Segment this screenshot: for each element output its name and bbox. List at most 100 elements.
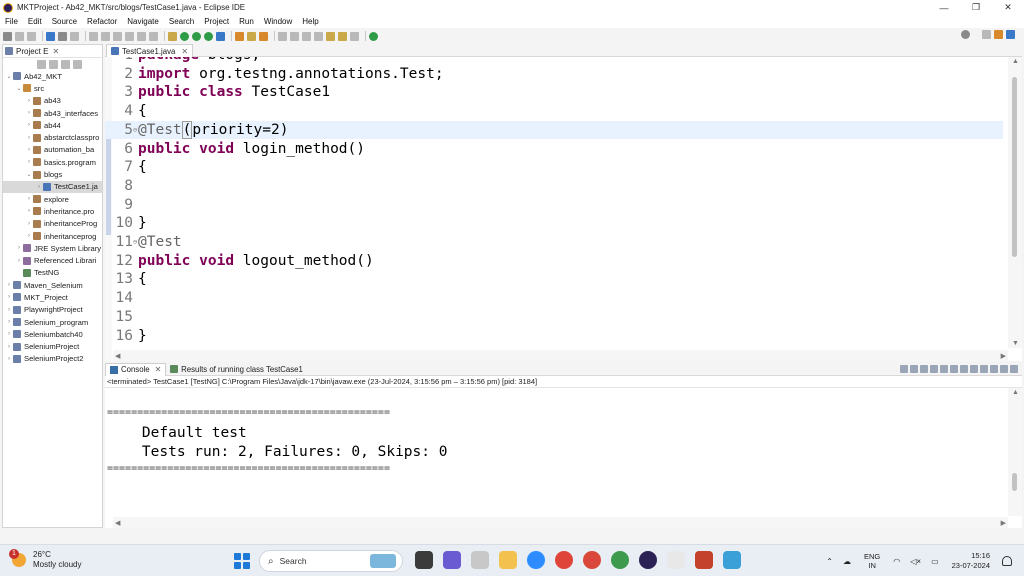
taskbar-search[interactable]: ⌕ Search <box>259 550 403 572</box>
remove-launch-icon[interactable] <box>910 365 918 373</box>
tree-item[interactable]: ⌄ Ab42_MKT <box>3 70 102 82</box>
resume-icon[interactable] <box>101 31 110 41</box>
external-tools-icon[interactable] <box>216 31 225 41</box>
volume-icon[interactable]: ◁× <box>910 557 921 566</box>
zoom-icon[interactable] <box>527 551 545 569</box>
language-indicator[interactable]: ENG IN <box>864 552 880 570</box>
debug-perspective-icon[interactable] <box>994 30 1003 39</box>
new-java-project-icon[interactable] <box>235 31 244 41</box>
tree-item[interactable]: › SeleniumProject2 <box>3 353 102 365</box>
menu-help[interactable]: Help <box>297 17 323 26</box>
console-output[interactable]: ========================================… <box>105 388 1022 528</box>
tree-item[interactable]: ⌄ src <box>3 82 102 94</box>
close-icon[interactable]: ✕ <box>155 365 162 374</box>
project-explorer-tab[interactable]: Project E ✕ <box>3 45 102 58</box>
chevron-right-icon[interactable]: › <box>25 233 33 239</box>
scroll-right-icon[interactable]: ▶ <box>1001 352 1006 360</box>
tree-item[interactable]: › basics.program <box>3 156 102 168</box>
minimize-view-icon[interactable] <box>1000 365 1008 373</box>
windows-start-button[interactable] <box>234 553 250 569</box>
chrome-profile-icon[interactable] <box>583 551 601 569</box>
teams-chat-icon[interactable] <box>443 551 461 569</box>
tree-item[interactable]: › abstarctclasspro <box>3 131 102 143</box>
fold-toggle-icon[interactable]: ⊖ <box>133 121 137 140</box>
chevron-right-icon[interactable]: › <box>25 208 33 214</box>
chevron-right-icon[interactable]: › <box>25 110 33 116</box>
chevron-right-icon[interactable]: › <box>25 196 33 202</box>
code-editor[interactable]: 1 package blogs; 2 import org.testng.annota… <box>105 57 1022 361</box>
system-clock[interactable]: 15:16 23-07-2024 <box>952 551 990 571</box>
editor-tab-testcase1[interactable]: TestCase1.java ✕ <box>106 44 193 57</box>
tree-item[interactable]: › MKT_Project <box>3 291 102 303</box>
skip-breakpoints-icon[interactable] <box>89 31 98 41</box>
powerpoint-icon[interactable] <box>695 551 713 569</box>
tree-item[interactable]: › Seleniumbatch40 <box>3 328 102 340</box>
tree-item[interactable]: › SeleniumProject <box>3 341 102 353</box>
show-hidden-icons[interactable]: ⌃ <box>826 557 833 566</box>
link-editor-icon[interactable] <box>49 59 58 69</box>
scroll-left-icon[interactable]: ◀ <box>115 352 120 360</box>
chevron-right-icon[interactable]: › <box>15 245 23 251</box>
minimize-button[interactable]: — <box>928 0 960 15</box>
scroll-right-icon[interactable]: ▶ <box>1001 519 1006 527</box>
tree-item[interactable]: TestNG <box>3 267 102 279</box>
tree-item[interactable]: › inheritance.pro <box>3 205 102 217</box>
menu-window[interactable]: Window <box>259 17 297 26</box>
save-icon[interactable] <box>15 31 24 41</box>
notepad-icon[interactable] <box>723 551 741 569</box>
chevron-right-icon[interactable]: › <box>5 344 13 350</box>
close-button[interactable]: ✕ <box>992 0 1024 15</box>
tree-item[interactable]: ⌄ blogs <box>3 168 102 180</box>
new-class-icon[interactable] <box>259 31 268 41</box>
menu-run[interactable]: Run <box>234 17 259 26</box>
battery-icon[interactable]: ▭ <box>931 557 939 566</box>
wifi-icon[interactable]: ◠ <box>893 557 900 566</box>
terminal-icon[interactable] <box>46 31 55 41</box>
scroll-lock-icon[interactable] <box>930 365 938 373</box>
chrome-icon[interactable] <box>555 551 573 569</box>
chevron-right-icon[interactable]: › <box>5 331 13 337</box>
maximize-view-icon[interactable] <box>1010 365 1018 373</box>
chevron-right-icon[interactable]: › <box>5 356 13 362</box>
close-icon[interactable]: ✕ <box>181 47 188 56</box>
search-tool-icon[interactable] <box>290 31 299 41</box>
scroll-thumb[interactable] <box>1012 473 1017 491</box>
weather-widget[interactable]: 1 26°C Mostly cloudy <box>9 549 81 570</box>
eclipse-icon[interactable] <box>639 551 657 569</box>
chevron-right-icon[interactable]: › <box>25 98 33 104</box>
chevron-right-icon[interactable]: › <box>5 307 13 313</box>
forward-icon[interactable] <box>350 31 359 41</box>
search-icon[interactable] <box>961 30 970 39</box>
tree-item[interactable]: › Referenced Librari <box>3 254 102 266</box>
word-wrap-icon[interactable] <box>940 365 948 373</box>
scroll-left-icon[interactable]: ◀ <box>115 519 120 527</box>
save-all-icon[interactable] <box>27 31 36 41</box>
tab-testng-results[interactable]: Results of running class TestCase1 <box>166 363 307 376</box>
chevron-down-icon[interactable]: ⌄ <box>5 73 13 80</box>
menu-search[interactable]: Search <box>164 17 199 26</box>
show-on-output-icon[interactable] <box>960 365 968 373</box>
tab-console[interactable]: Console ✕ <box>105 362 167 376</box>
view-menu-icon[interactable] <box>73 59 82 69</box>
open-perspective-icon[interactable] <box>982 30 991 39</box>
tree-item[interactable]: › inheritanceProg <box>3 218 102 230</box>
step-into-icon[interactable] <box>137 31 146 41</box>
step-over-icon[interactable] <box>149 31 158 41</box>
console-horizontal-scrollbar[interactable]: ◀ ▶ <box>113 517 1008 528</box>
coverage-icon[interactable] <box>204 31 213 41</box>
editor-horizontal-scrollbar[interactable]: ◀ ▶ <box>113 350 1008 361</box>
tree-item[interactable]: › Selenium_program <box>3 316 102 328</box>
menu-source[interactable]: Source <box>47 17 82 26</box>
open-type-icon[interactable] <box>278 31 287 41</box>
scroll-up-icon[interactable]: ▲ <box>1012 58 1019 65</box>
annotation-prev-icon[interactable] <box>314 31 323 41</box>
tree-item[interactable]: › TestCase1.ja <box>3 180 102 193</box>
open-task-icon[interactable] <box>168 31 177 41</box>
menu-file[interactable]: File <box>0 17 23 26</box>
scroll-down-icon[interactable]: ▼ <box>1012 340 1019 347</box>
run-icon[interactable] <box>192 31 201 41</box>
chevron-right-icon[interactable]: › <box>35 184 43 190</box>
toggle-breadcrumb-icon[interactable] <box>58 31 67 41</box>
file-explorer-icon[interactable] <box>499 551 517 569</box>
chevron-right-icon[interactable]: › <box>25 147 33 153</box>
